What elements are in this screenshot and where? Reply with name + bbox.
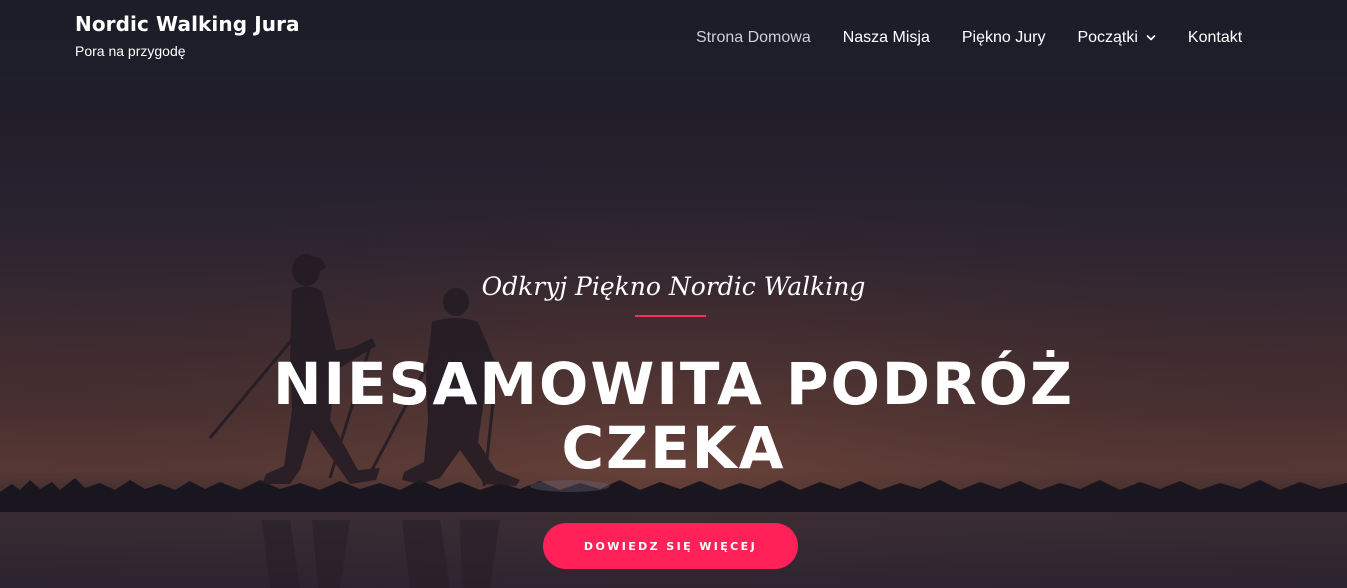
hero-headline: NIESAMOWITA PODRÓŻ CZEKA xyxy=(0,352,1347,480)
nav-item-home[interactable]: Strona Domowa xyxy=(696,29,811,47)
main-navigation: Strona Domowa Nasza Misja Piękno Jury Po… xyxy=(696,27,1242,49)
nav-item-mission[interactable]: Nasza Misja xyxy=(843,29,930,47)
hero-subtitle: Odkryj Piękno Nordic Walking xyxy=(481,272,866,301)
nav-item-label: Nasza Misja xyxy=(842,29,930,46)
nav-item-label: Strona Domowa xyxy=(696,29,811,46)
site-header: Nordic Walking Jura Pora na przygodę Str… xyxy=(0,0,1347,80)
nav-item-beauty-of-jura[interactable]: Piękno Jury xyxy=(962,29,1046,47)
site-tagline: Pora na przygodę xyxy=(75,43,186,59)
nav-item-beginnings[interactable]: Początki xyxy=(1077,29,1156,47)
hero-headline-line-1: NIESAMOWITA PODRÓŻ xyxy=(272,350,1075,418)
nav-item-label: Kontakt xyxy=(1187,29,1243,46)
subtitle-divider xyxy=(635,315,706,317)
nav-item-contact[interactable]: Kontakt xyxy=(1188,29,1242,47)
hero-headline-line-2: CZEKA xyxy=(561,414,786,482)
chevron-down-icon xyxy=(1146,35,1156,41)
nav-item-label: Początki xyxy=(1077,29,1138,46)
site-title[interactable]: Nordic Walking Jura xyxy=(75,12,300,36)
learn-more-button[interactable]: DOWIEDZ SIĘ WIĘCEJ xyxy=(543,523,798,569)
nav-item-label: Piękno Jury xyxy=(961,29,1046,46)
hero-section: Nordic Walking Jura Pora na przygodę Str… xyxy=(0,0,1347,588)
